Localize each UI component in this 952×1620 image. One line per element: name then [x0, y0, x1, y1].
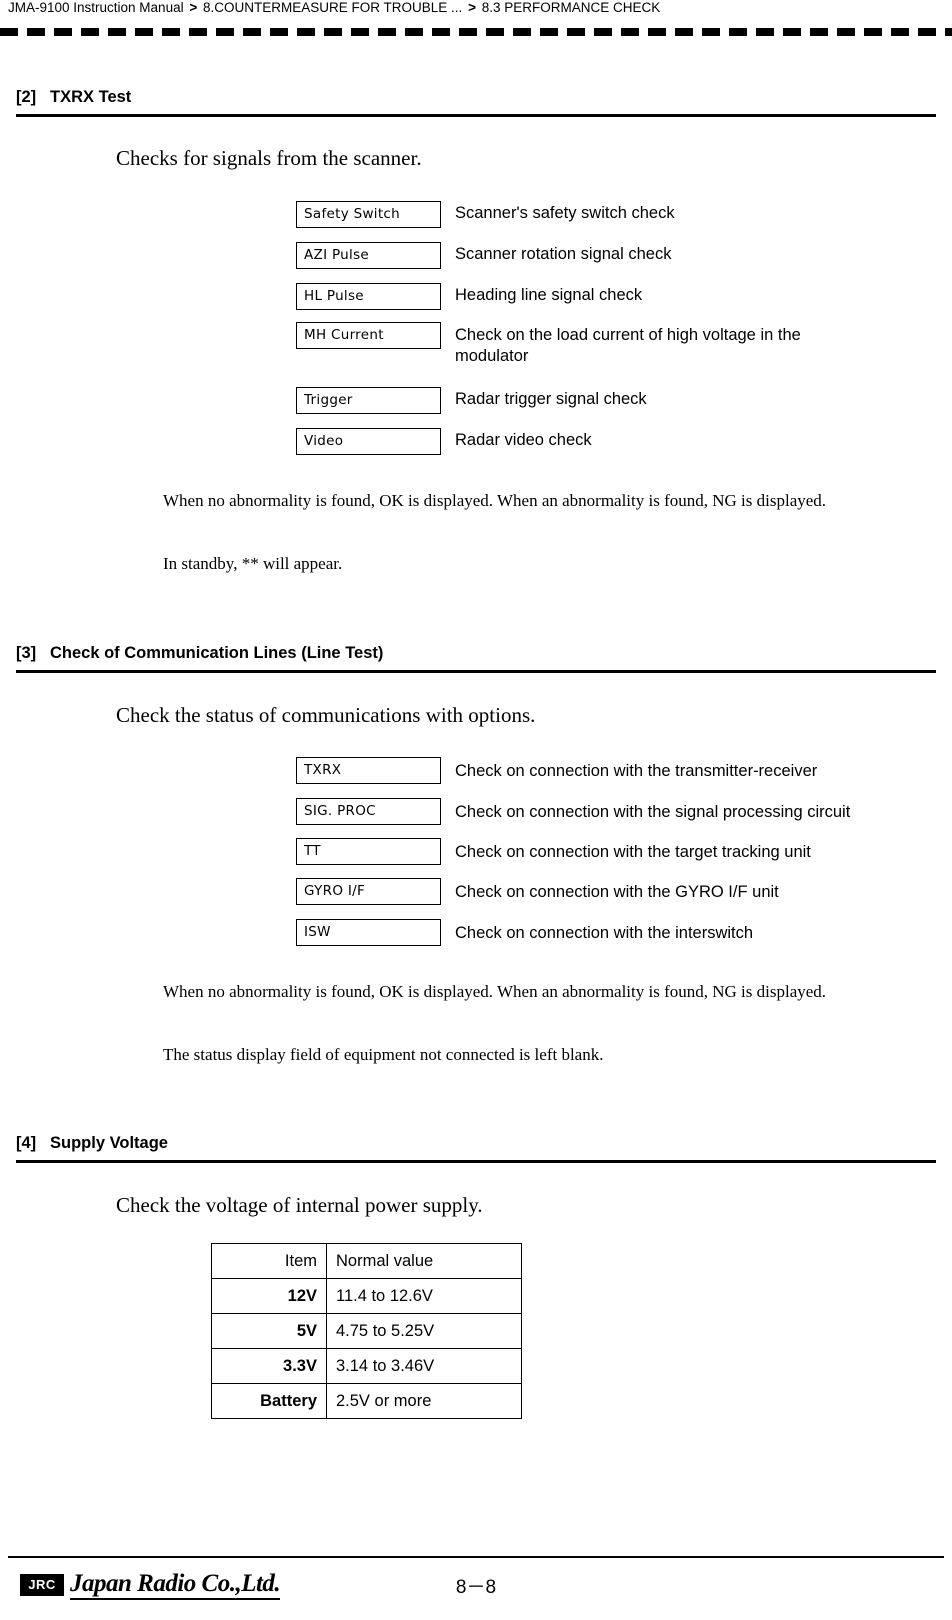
item-box-tt[interactable]: TT [296, 838, 441, 865]
footer-rule [8, 1556, 944, 1558]
section-heading-4: [4] Supply Voltage [16, 1134, 936, 1163]
table-header-normal-value: Normal value [326, 1243, 522, 1279]
item-box-sig-proc[interactable]: SIG. PROC [296, 798, 441, 825]
item-desc-isw: Check on connection with the interswitch [455, 924, 754, 942]
item-box-txrx[interactable]: TXRX [296, 757, 441, 784]
section-3-note-2: The status display field of equipment no… [163, 1045, 604, 1064]
section-4-title: Supply Voltage [50, 1134, 168, 1152]
item-box-hl-pulse[interactable]: HL Pulse [296, 283, 441, 310]
table-cell-value-5v: 4.75 to 5.25V [326, 1313, 522, 1349]
section-3-note-1: When no abnormality is found, OK is disp… [163, 982, 827, 1001]
item-box-mh-current[interactable]: MH Current [296, 322, 441, 349]
item-box-video[interactable]: Video [296, 428, 441, 455]
item-box-isw[interactable]: ISW [296, 919, 441, 946]
section-2-number: [2] [16, 88, 37, 106]
item-box-safety-switch[interactable]: Safety Switch [296, 201, 441, 228]
section-4-title-line: [4] Supply Voltage [16, 1134, 936, 1153]
table-row: 12V 11.4 to 12.6V [211, 1278, 522, 1314]
header-dashed-rule [0, 26, 952, 40]
section-3-intro: Check the status of communications with … [116, 703, 536, 727]
table-header-row: Item Normal value [211, 1243, 522, 1279]
section-3-rule [16, 670, 936, 673]
item-desc-hl-pulse: Heading line signal check [455, 286, 643, 304]
table-row: Battery 2.5V or more [211, 1383, 522, 1419]
breadcrumb-separator-2: > [468, 0, 476, 15]
table-cell-item-12v: 12V [211, 1278, 327, 1314]
table-cell-item-battery: Battery [211, 1383, 327, 1419]
item-desc-sig-proc: Check on connection with the signal proc… [455, 803, 851, 821]
breadcrumb: JMA-9100 Instruction Manual > 8.COUNTERM… [8, 0, 660, 15]
section-heading-2: [2] TXRX Test [16, 88, 936, 117]
section-3-number: [3] [16, 644, 37, 662]
section-3-title: Check of Communication Lines (Line Test) [50, 644, 384, 662]
section-2-note-1: When no abnormality is found, OK is disp… [163, 491, 827, 510]
section-4-number: [4] [16, 1134, 37, 1152]
section-4-rule [16, 1160, 936, 1163]
section-3-title-line: [3] Check of Communication Lines (Line Te… [16, 644, 936, 663]
table-cell-value-battery: 2.5V or more [326, 1383, 522, 1419]
item-desc-tt: Check on connection with the target trac… [455, 843, 811, 861]
item-box-gyro-if[interactable]: GYRO I/F [296, 878, 441, 905]
supply-voltage-table: Item Normal value 12V 11.4 to 12.6V 5V 4… [211, 1243, 522, 1419]
section-2-title: TXRX Test [50, 88, 132, 106]
item-desc-video: Radar video check [455, 431, 592, 449]
table-cell-value-12v: 11.4 to 12.6V [326, 1278, 522, 1314]
table-cell-item-3p3v: 3.3V [211, 1348, 327, 1384]
page-number: 8－8 [455, 1577, 497, 1598]
breadcrumb-separator-1: > [189, 0, 198, 15]
breadcrumb-part-3: 8.3 PERFORMANCE CHECK [481, 0, 661, 15]
section-4-intro: Check the voltage of internal power supp… [116, 1193, 483, 1217]
section-heading-3: [3] Check of Communication Lines (Line Te… [16, 644, 936, 673]
breadcrumb-part-1: JMA-9100 Instruction Manual [8, 0, 184, 15]
table-cell-item-5v: 5V [211, 1313, 327, 1349]
item-box-trigger[interactable]: Trigger [296, 387, 441, 414]
section-2-intro: Checks for signals from the scanner. [116, 146, 422, 170]
document-page: JMA-9100 Instruction Manual > 8.COUNTERM… [0, 0, 952, 1620]
item-desc-txrx: Check on connection with the transmitter… [455, 762, 818, 780]
item-box-azi-pulse[interactable]: AZI Pulse [296, 242, 441, 269]
item-desc-azi-pulse: Scanner rotation signal check [455, 245, 672, 263]
table-row: 3.3V 3.14 to 3.46V [211, 1348, 522, 1384]
table-cell-value-3p3v: 3.14 to 3.46V [326, 1348, 522, 1384]
table-header-item: Item [211, 1243, 327, 1279]
page-footer: JRC Japan Radio Co.,Ltd. 8－8 [8, 1560, 944, 1610]
table-row: 5V 4.75 to 5.25V [211, 1313, 522, 1349]
section-2-rule [16, 114, 936, 117]
section-2-note-2: In standby, ** will appear. [163, 554, 343, 573]
item-desc-trigger: Radar trigger signal check [455, 390, 647, 408]
item-desc-gyro-if: Check on connection with the GYRO I/F un… [455, 883, 779, 901]
breadcrumb-part-2: 8.COUNTERMEASURE FOR TROUBLE ... [203, 0, 463, 15]
section-2-title-line: [2] TXRX Test [16, 88, 936, 107]
item-desc-mh-current: Check on the load current of high voltag… [455, 326, 801, 365]
item-desc-safety-switch: Scanner's safety switch check [455, 204, 675, 222]
